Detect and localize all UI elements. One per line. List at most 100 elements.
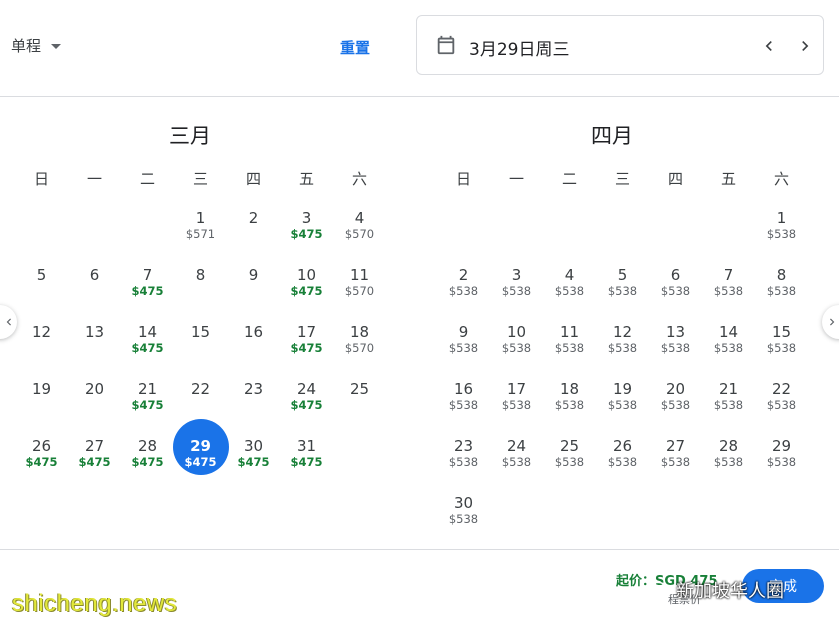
departure-date-value: 3月29日周三 [469,40,570,60]
day-cell[interactable]: 14 $475 [121,316,174,373]
day-price: $570 [344,284,375,298]
reset-button[interactable]: 重置 [340,37,370,58]
weekday-label: 六 [351,170,367,188]
day-cell[interactable]: 10 $538 [490,316,543,373]
day-cell[interactable]: 21 $538 [702,373,755,430]
day-cell[interactable]: 11 $570 [333,259,386,316]
selected-day-cell[interactable]: 29 $475 [173,419,229,487]
day-cell[interactable]: 8 $538 [755,259,808,316]
day-cell[interactable]: 2 $538 [437,259,490,316]
day-cell[interactable]: 13 $538 [649,316,702,373]
day-price: $475 [290,455,323,469]
day-cell[interactable]: 20 $538 [649,373,702,430]
day-cell[interactable]: 3 $538 [490,259,543,316]
day-cell[interactable]: 1 $571 [174,202,227,259]
day-cell[interactable]: 6 $538 [649,259,702,316]
weekday-label: 四 [667,170,683,188]
day-cell[interactable]: 30 $475 [227,430,280,487]
day-cell[interactable]: 5 $538 [596,259,649,316]
day-cell[interactable]: 20 [68,373,121,430]
day-cell[interactable]: 2 [227,202,280,259]
day-cell[interactable]: 10 $475 [280,259,333,316]
day-cell[interactable]: 23 $538 [437,430,490,487]
day-cell[interactable]: 15 [174,316,227,373]
day-number: 7 [142,266,153,284]
day-cell[interactable]: 27 $475 [68,430,121,487]
day-price: $475 [290,284,323,298]
day-cell[interactable]: 11 $538 [543,316,596,373]
day-cell[interactable]: 30 $538 [437,487,490,544]
account-name: 新加坡华人圈 [676,581,784,602]
empty-day-cell [68,202,121,259]
day-cell[interactable]: 9 [227,259,280,316]
day-price: $571 [185,227,216,241]
day-cell[interactable]: 31 $475 [280,430,333,487]
day-cell[interactable]: 17 $538 [490,373,543,430]
day-number: 27 [665,437,686,455]
day-cell[interactable]: 18 $570 [333,316,386,373]
day-cell[interactable]: 21 $475 [121,373,174,430]
day-cell[interactable]: 19 [15,373,68,430]
day-cell[interactable]: 15 $538 [755,316,808,373]
day-cell[interactable]: 25 $538 [543,430,596,487]
chat-bubble-icon [650,581,672,598]
day-cell[interactable]: 29 $538 [755,430,808,487]
site-watermark: shicheng.news [12,590,178,617]
day-number: 5 [36,266,47,284]
month-title: 三月 [169,124,211,148]
day-price: $538 [766,284,797,298]
day-cell[interactable]: 8 [174,259,227,316]
day-number: 1 [195,209,206,227]
day-cell[interactable]: 25 [333,373,386,430]
day-number: 17 [296,323,317,341]
month-april: 四月 日一二三四五六 1 $538 2 $538 3 $538 4 $538 5 $538 6 $53… [422,96,839,550]
day-number: 26 [31,437,52,455]
day-number: 31 [296,437,317,455]
day-price: $538 [448,398,479,412]
day-cell[interactable]: 27 $538 [649,430,702,487]
day-number: 26 [612,437,633,455]
day-cell[interactable]: 24 $538 [490,430,543,487]
day-cell[interactable]: 7 $475 [121,259,174,316]
day-cell[interactable]: 28 $475 [121,430,174,487]
day-cell[interactable]: 14 $538 [702,316,755,373]
day-number: 9 [248,266,259,284]
day-cell[interactable]: 13 [68,316,121,373]
day-price: $538 [660,398,691,412]
day-cell[interactable]: 26 $538 [596,430,649,487]
day-cell[interactable]: 12 [15,316,68,373]
next-date-button[interactable] [795,36,815,56]
weekday-label: 三 [192,170,208,188]
day-number: 18 [349,323,370,341]
day-number: 22 [190,380,211,398]
day-number: 13 [665,323,686,341]
day-cell[interactable]: 5 [15,259,68,316]
day-price: $475 [131,398,164,412]
day-number: 11 [559,323,580,341]
trip-type-dropdown[interactable]: 单程 [11,35,62,56]
day-cell[interactable]: 7 $538 [702,259,755,316]
day-cell[interactable]: 3 $475 [280,202,333,259]
day-price: $538 [607,284,638,298]
day-price: $475 [290,398,323,412]
day-number: 15 [190,323,211,341]
day-cell[interactable]: 4 $570 [333,202,386,259]
day-cell[interactable]: 16 [227,316,280,373]
previous-date-button[interactable] [759,36,779,56]
day-cell[interactable]: 26 $475 [15,430,68,487]
day-cell[interactable]: 6 [68,259,121,316]
day-cell[interactable]: 12 $538 [596,316,649,373]
day-cell[interactable]: 22 $538 [755,373,808,430]
day-cell[interactable]: 23 [227,373,280,430]
day-cell[interactable]: 18 $538 [543,373,596,430]
day-cell[interactable]: 17 $475 [280,316,333,373]
day-cell[interactable]: 1 $538 [755,202,808,259]
day-cell[interactable]: 28 $538 [702,430,755,487]
day-cell[interactable]: 9 $538 [437,316,490,373]
day-cell[interactable]: 4 $538 [543,259,596,316]
departure-date-field[interactable]: 3月29日周三 [416,15,824,75]
day-price: $570 [344,227,375,241]
day-cell[interactable]: 19 $538 [596,373,649,430]
day-cell[interactable]: 24 $475 [280,373,333,430]
day-cell[interactable]: 16 $538 [437,373,490,430]
